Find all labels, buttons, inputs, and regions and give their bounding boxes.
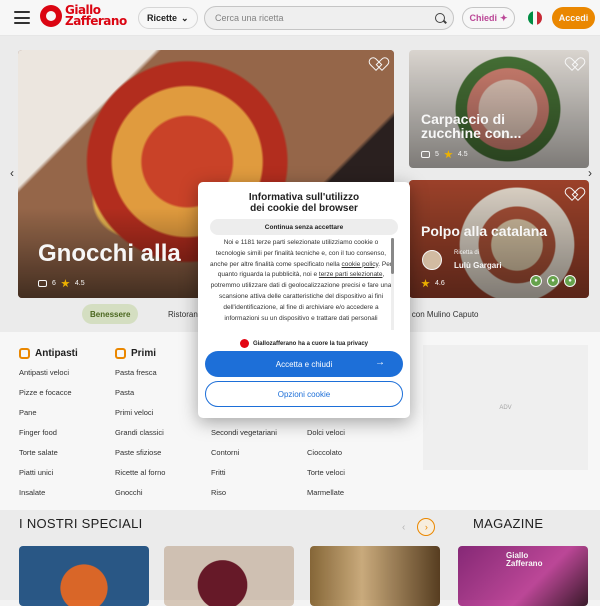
cookie-policy-link[interactable]: cookie policy xyxy=(342,261,379,268)
cookie-body-scrollbar[interactable] xyxy=(391,238,394,330)
third-parties-link[interactable]: terze parti selezionate xyxy=(319,271,383,278)
cookie-options-button[interactable]: Opzioni cookie xyxy=(205,381,403,407)
continue-without-accepting-button[interactable]: Continua senza accettare xyxy=(210,219,398,235)
cookie-consent-dialog: Informativa sull'utilizzo dei cookie del… xyxy=(198,182,410,418)
cookie-dialog-title: Informativa sull'utilizzo dei cookie del… xyxy=(248,192,360,214)
cookie-dialog-body: Noi e 1181 terze parti selezionate utili… xyxy=(210,239,392,322)
privacy-note: Giallozafferano ha a cuore la tua privac… xyxy=(198,339,410,348)
giallozafferano-logo-icon xyxy=(239,339,249,348)
accept-and-close-button[interactable]: Accetta e chiudi → xyxy=(205,351,403,377)
arrow-right-icon: → xyxy=(375,357,385,368)
